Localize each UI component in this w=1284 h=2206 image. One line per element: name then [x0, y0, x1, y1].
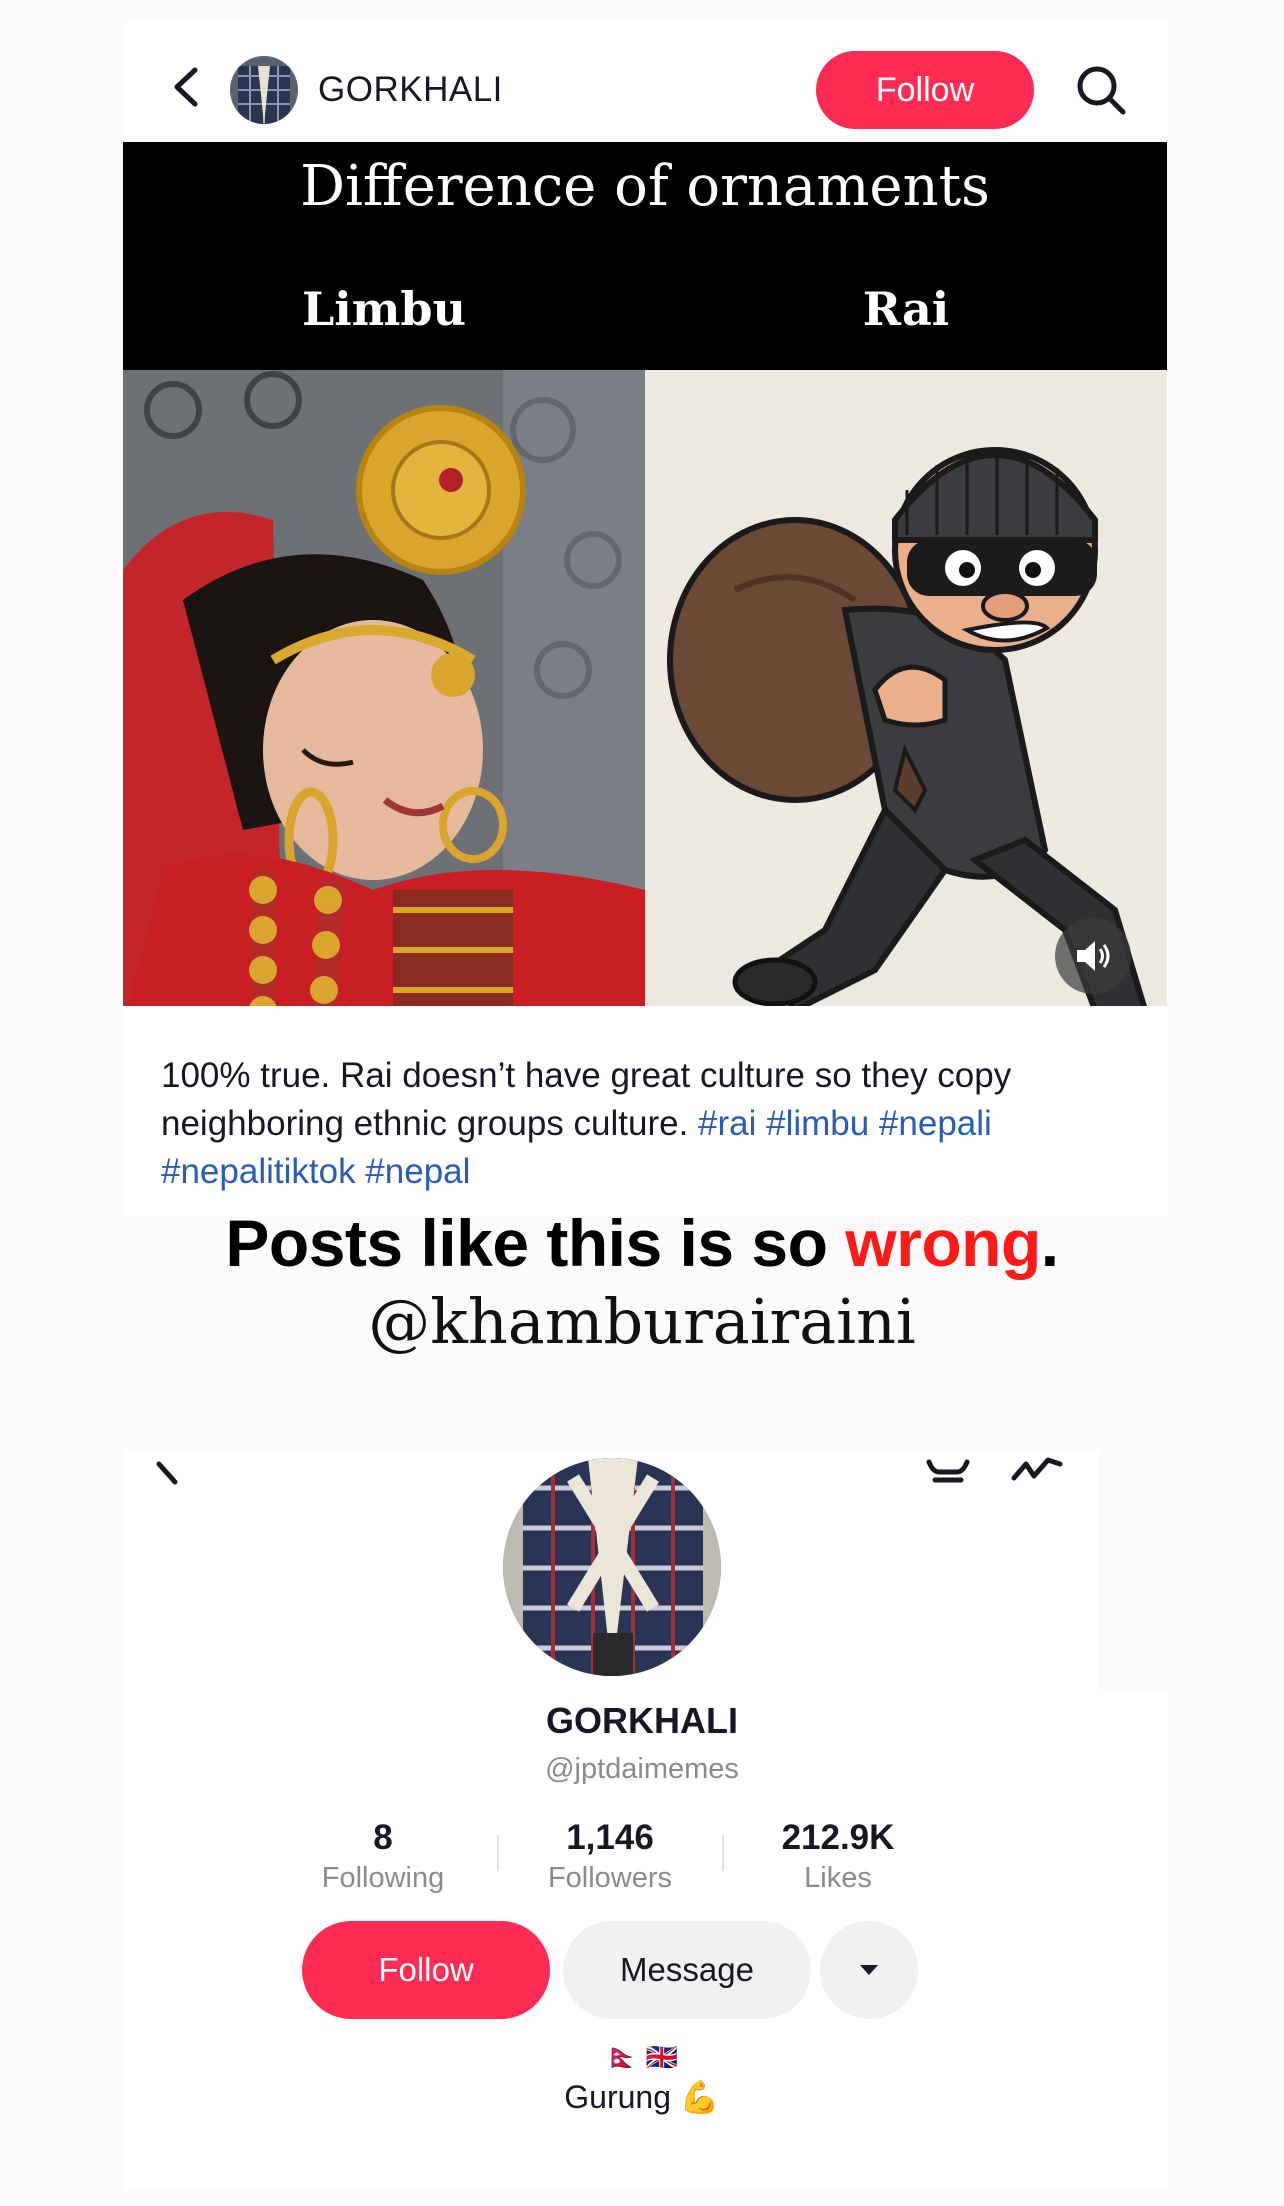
stat-followers[interactable]: 1,146 Followers	[495, 1818, 725, 1895]
limbu-ornaments-photo	[123, 370, 645, 1006]
back-arrow-icon[interactable]	[163, 62, 213, 112]
profile-username: @jptdaimemes	[545, 1753, 739, 1785]
left-column-label: Limbu	[301, 282, 467, 336]
account-name[interactable]: GORKHALI	[318, 70, 503, 110]
profile-follow-button[interactable]: Follow	[302, 1921, 550, 2019]
overlay-handle: @khamburairaini	[368, 1285, 916, 1358]
headline-highlight: wrong	[845, 1206, 1041, 1280]
rai-thief-illustration	[645, 370, 1167, 1006]
headline-start: Posts like this is so	[225, 1206, 846, 1280]
headline-end: .	[1040, 1206, 1059, 1280]
speaker-icon[interactable]	[1055, 918, 1131, 994]
post-top-bar: GORKHALI Follow	[123, 22, 1167, 142]
stat-label: Likes	[804, 1862, 872, 1894]
stat-value: 1,146	[566, 1818, 654, 1857]
stat-likes: 212.9K Likes	[723, 1818, 953, 1895]
stat-label: Following	[321, 1862, 445, 1894]
stat-value: 8	[373, 1818, 393, 1857]
post-caption: 100% true. Rai doesn’t have great cultur…	[161, 1052, 1141, 1196]
right-column-label: Rai	[862, 282, 950, 336]
profile-bio: Gurung 💪	[564, 2079, 720, 2115]
search-icon[interactable]	[1071, 60, 1131, 120]
overlay-headline: Posts like this is so wrong.	[0, 1205, 1284, 1281]
post-card: GORKHALI Follow Difference of ornaments …	[123, 22, 1167, 1217]
post-image-title: Difference of ornaments	[300, 154, 990, 219]
post-media[interactable]: Difference of ornaments Limbu Rai	[123, 142, 1167, 1006]
caret-down-icon[interactable]	[820, 1921, 918, 2019]
back-arrow-icon[interactable]	[153, 1458, 183, 1488]
follow-button[interactable]: Follow	[816, 51, 1034, 129]
more-icon[interactable]	[1008, 1450, 1068, 1490]
stat-following[interactable]: 8 Following	[268, 1818, 498, 1895]
profile-flags: 🇳🇵 🇬🇧	[606, 2042, 678, 2072]
stat-label: Followers	[547, 1862, 673, 1894]
stat-value: 212.9K	[781, 1818, 895, 1857]
share-icon[interactable]	[923, 1450, 973, 1490]
profile-avatar[interactable]	[503, 1458, 721, 1676]
message-button[interactable]: Message	[563, 1921, 811, 2019]
profile-name: GORKHALI	[546, 1700, 738, 1741]
account-avatar[interactable]	[230, 56, 298, 124]
